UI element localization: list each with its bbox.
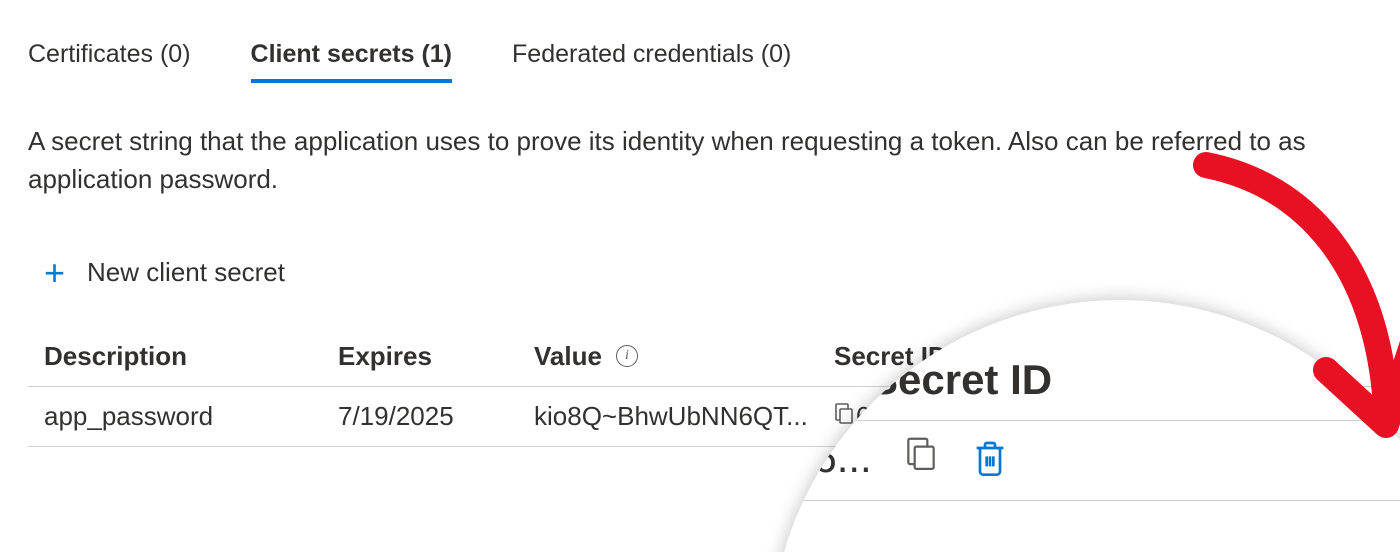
tab-certificates[interactable]: Certificates (0) [28,40,191,83]
cell-value: kio8Q~BhwUbNN6QT... [534,401,808,432]
plus-icon: + [44,255,65,291]
copy-value-icon[interactable] [832,401,856,432]
cell-secret-id: 6e7b45e9-cc [856,401,1006,432]
table-row: app_password 7/19/2025 kio8Q~BhwUbNN6QT.… [28,387,1372,447]
table-header-row: Description Expires Value i Secret ID [28,327,1372,387]
tab-client-secrets[interactable]: Client secrets (1) [251,40,452,83]
tabs: Certificates (0) Client secrets (1) Fede… [28,40,1372,83]
col-header-value: Value i [534,341,834,372]
col-header-value-text: Value [534,341,602,372]
info-icon[interactable]: i [616,345,638,367]
cell-expires: 7/19/2025 [338,401,534,432]
cell-description: app_password [44,401,338,432]
new-client-secret-button[interactable]: + New client secret [44,255,285,291]
new-client-secret-label: New client secret [87,257,285,288]
col-header-secret-id: Secret ID [834,341,1134,372]
tab-federated-credentials[interactable]: Federated credentials (0) [512,40,791,83]
col-header-description: Description [44,341,338,372]
tab-description: A secret string that the application use… [28,123,1372,199]
col-header-expires: Expires [338,341,534,372]
secrets-table: Description Expires Value i Secret ID ap… [28,327,1372,447]
